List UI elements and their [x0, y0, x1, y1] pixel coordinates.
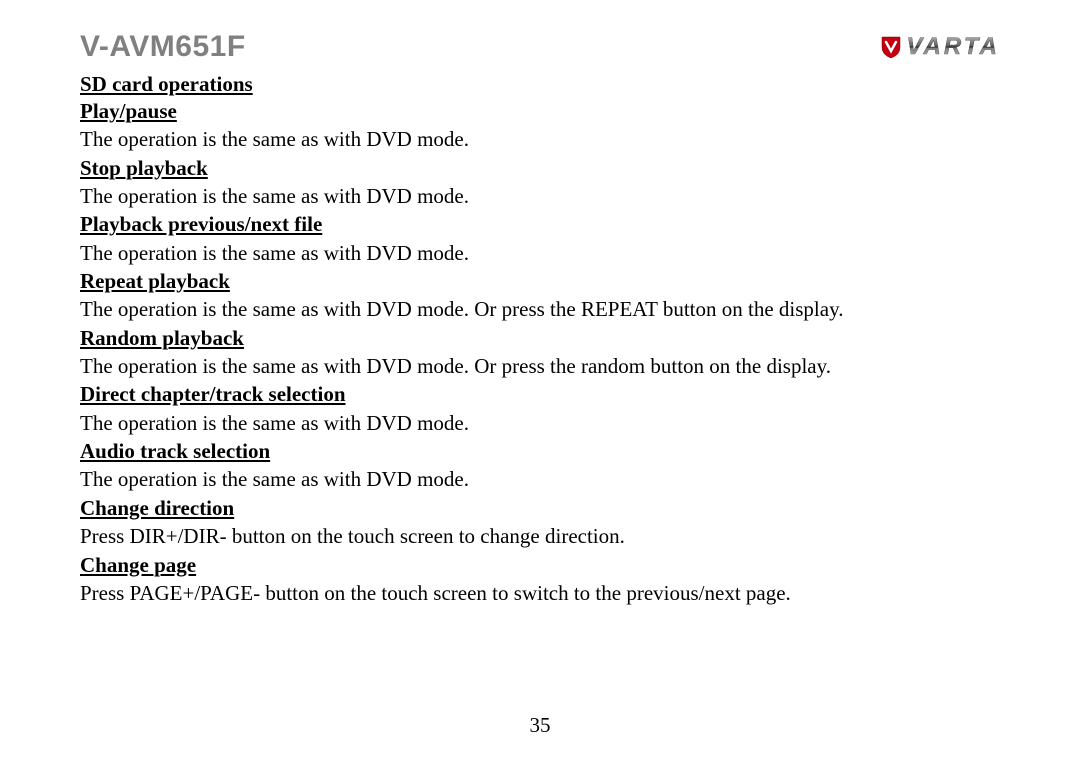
subsection: Change page Press PAGE+/PAGE- button on … — [80, 551, 1000, 608]
subsection-body: Press DIR+/DIR- button on the touch scre… — [80, 522, 1000, 550]
subsection: Stop playback The operation is the same … — [80, 154, 1000, 211]
page-header: V-AVM651F VARTA — [80, 30, 1000, 64]
subsection-heading: Repeat playback — [80, 267, 1000, 295]
subsection: Direct chapter/track selection The opera… — [80, 380, 1000, 437]
subsection-heading: Change direction — [80, 494, 1000, 522]
subsection: Audio track selection The operation is t… — [80, 437, 1000, 494]
page-number: 35 — [0, 713, 1080, 738]
brand-name: VARTA — [906, 33, 1000, 61]
subsection-body: The operation is the same as with DVD mo… — [80, 352, 1000, 380]
brand-logo: VARTA — [880, 33, 1000, 61]
subsection: Random playback The operation is the sam… — [80, 324, 1000, 381]
subsection-body: The operation is the same as with DVD mo… — [80, 295, 1000, 323]
subsection-body: The operation is the same as with DVD mo… — [80, 239, 1000, 267]
subsection-heading: Change page — [80, 551, 1000, 579]
subsection-body: The operation is the same as with DVD mo… — [80, 125, 1000, 153]
subsection-body: The operation is the same as with DVD mo… — [80, 409, 1000, 437]
subsection-body: The operation is the same as with DVD mo… — [80, 465, 1000, 493]
model-title: V-AVM651F — [80, 30, 246, 64]
subsection: Play/pause The operation is the same as … — [80, 97, 1000, 154]
section-title: SD card operations — [80, 72, 1000, 97]
subsection-heading: Stop playback — [80, 154, 1000, 182]
subsection-heading: Direct chapter/track selection — [80, 380, 1000, 408]
subsection-heading: Playback previous/next file — [80, 210, 1000, 238]
varta-shield-icon — [880, 35, 902, 59]
subsection-heading: Audio track selection — [80, 437, 1000, 465]
content-body: Play/pause The operation is the same as … — [80, 97, 1000, 607]
subsection-heading: Random playback — [80, 324, 1000, 352]
subsection: Playback previous/next file The operatio… — [80, 210, 1000, 267]
subsection-body: The operation is the same as with DVD mo… — [80, 182, 1000, 210]
subsection-heading: Play/pause — [80, 97, 1000, 125]
subsection: Change direction Press DIR+/DIR- button … — [80, 494, 1000, 551]
subsection: Repeat playback The operation is the sam… — [80, 267, 1000, 324]
subsection-body: Press PAGE+/PAGE- button on the touch sc… — [80, 579, 1000, 607]
